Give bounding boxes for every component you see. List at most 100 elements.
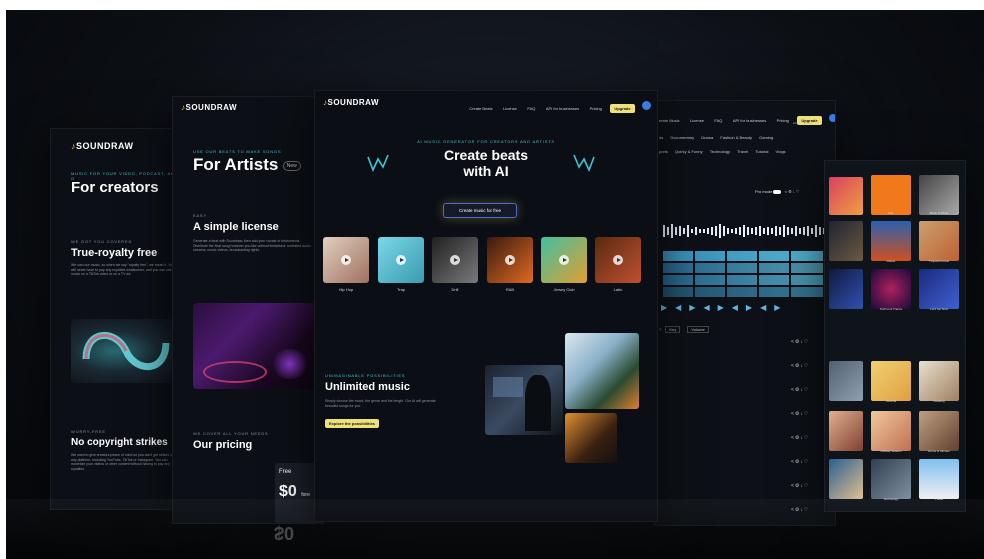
track-actions[interactable]: <⚙↓♡ (791, 459, 809, 465)
nav-faq[interactable]: FAQ (527, 106, 535, 111)
license-title: A simple license (193, 221, 279, 233)
pro-mode-toggle[interactable]: Pro mode < ⚙ ↓ ♡ (755, 189, 800, 194)
gallery-tile[interactable] (871, 221, 911, 261)
gallery-tile[interactable] (829, 411, 863, 451)
gallery-tile[interactable] (871, 269, 911, 309)
share-icon[interactable]: < (785, 189, 787, 194)
copyright-eyebrow: WORRY-FREE (71, 429, 106, 434)
gallery-tile[interactable] (871, 459, 911, 499)
genre-card-drill[interactable] (432, 237, 478, 283)
tag[interactable]: ports (659, 149, 668, 154)
tag[interactable]: Gaming (759, 135, 773, 140)
genre-card-hiphop[interactable] (323, 237, 369, 283)
tag[interactable]: Technology (710, 149, 730, 154)
editor-nav-api[interactable]: API for businesses (733, 118, 766, 123)
editor-nav-pricing[interactable]: Pricing (777, 118, 789, 123)
gallery-tile[interactable] (829, 269, 863, 309)
license-desc: Generate a beat with Soundraw, then add … (193, 239, 311, 252)
nav-pricing[interactable]: Pricing (590, 106, 602, 111)
gallery-tile[interactable] (919, 269, 959, 309)
section-markers[interactable]: ▶◀▶◀▶◀▶◀▶ (661, 303, 788, 312)
waveform[interactable] (661, 221, 831, 241)
track-actions[interactable]: <⚙↓♡ (791, 339, 809, 345)
settings-icon[interactable]: ⚙ (788, 189, 792, 194)
track-actions[interactable]: <⚙↓♡ (791, 411, 809, 417)
gallery-tile[interactable] (829, 459, 863, 499)
tag[interactable]: ds (659, 135, 663, 140)
license-eyebrow: EASY (193, 213, 207, 218)
gallery-tile[interactable] (919, 411, 959, 451)
play-icon[interactable] (450, 255, 460, 265)
editor-nav-create[interactable]: reate Music (659, 118, 680, 123)
gallery-tile[interactable] (871, 175, 911, 215)
editor-tags-row2: ports Quirky & Funny Technology Travel T… (659, 149, 786, 154)
download-icon[interactable]: ↓ (793, 189, 795, 194)
tag[interactable]: Travel (737, 149, 748, 154)
gallery-tile[interactable] (829, 221, 863, 261)
account-icon[interactable] (642, 101, 651, 111)
gallery-label: Holiday Season (880, 449, 902, 453)
gallery-tile[interactable] (871, 361, 911, 401)
explore-button[interactable]: Explore the possibilities (325, 419, 380, 428)
tag[interactable]: Vlogs (776, 149, 786, 154)
key-select[interactable]: Key (665, 326, 681, 333)
gallery-label: Cooking (933, 399, 945, 403)
genre-card-latin[interactable] (595, 237, 641, 283)
tag[interactable]: Documentary (670, 135, 694, 140)
gallery-tile[interactable] (919, 175, 959, 215)
unlimited-title: Unlimited music (325, 381, 410, 393)
editor-account-icon[interactable] (829, 113, 835, 122)
artists-title: For Artists (193, 155, 279, 174)
genre-card-trap[interactable] (378, 237, 424, 283)
editor-nav-license[interactable]: License (690, 118, 704, 123)
tag[interactable]: Tutorial (755, 149, 768, 154)
track-actions[interactable]: <⚙↓♡ (791, 387, 809, 393)
key-volume-row[interactable]: ? Key Volume (659, 326, 709, 333)
gallery-label: House (886, 259, 896, 263)
play-icon[interactable] (613, 255, 623, 265)
gallery-tile[interactable] (919, 361, 959, 401)
tag[interactable]: Quirky & Funny (675, 149, 703, 154)
track-actions[interactable]: <⚙↓♡ (791, 363, 809, 369)
volume-select[interactable]: Volume (687, 326, 709, 333)
nav-license[interactable]: License (503, 106, 517, 111)
arrangement-grid[interactable] (663, 251, 823, 301)
tag[interactable]: Drama (701, 135, 713, 140)
gallery-tile[interactable] (919, 459, 959, 499)
hero-cta-button[interactable]: Create music for free (443, 203, 517, 218)
gallery-tile[interactable] (871, 411, 911, 451)
editor-nav-faq[interactable]: FAQ (714, 118, 722, 123)
reflection-price: $0 (274, 523, 295, 543)
main-nav: Create Beats License FAQ API for busines… (463, 97, 651, 115)
gallery-tile[interactable] (829, 361, 863, 401)
play-icon[interactable] (559, 255, 569, 265)
genre-card-jersey-club[interactable] (541, 237, 587, 283)
copyright-desc: We want to give creators peace of mind s… (71, 453, 174, 471)
gallery-label: Let's Go Now (930, 307, 948, 311)
gallery-tile[interactable] (829, 177, 863, 215)
copyright-title: No copyright strikes (71, 437, 168, 448)
dj-image (193, 303, 318, 389)
play-icon[interactable] (505, 255, 515, 265)
play-icon[interactable] (341, 255, 351, 265)
heart-icon[interactable]: ♡ (796, 189, 800, 194)
upgrade-button[interactable]: Upgrade (610, 104, 635, 113)
genre-label: Drill (451, 287, 459, 292)
nav-create-beats[interactable]: Create Beats (469, 106, 492, 111)
track-actions[interactable]: <⚙↓♡ (791, 435, 809, 441)
main-logo[interactable]: ♪SOUNDRAW (323, 98, 379, 107)
royalty-title: True-royalty free (71, 247, 158, 259)
tag[interactable]: Fashion & Beauty (720, 135, 752, 140)
toggle-icon[interactable] (773, 189, 782, 194)
help-icon[interactable]: ? (659, 327, 661, 332)
track-actions[interactable]: <⚙↓♡ (791, 483, 809, 489)
showcase-stage: ♪SOUNDRAW MUSIC FOR YOUR VIDEO, PODCAST,… (6, 10, 984, 559)
genre-card-rnb[interactable] (487, 237, 533, 283)
genre-label: Jersey Club (553, 287, 575, 292)
genre-label: Trap (396, 287, 406, 292)
nav-api[interactable]: API for businesses (546, 106, 579, 111)
gallery-tile[interactable] (919, 221, 959, 261)
gallery-label: Fire (888, 211, 894, 215)
play-icon[interactable] (396, 255, 406, 265)
editor-dropdown-item[interactable]: Artist Premium (793, 121, 813, 125)
